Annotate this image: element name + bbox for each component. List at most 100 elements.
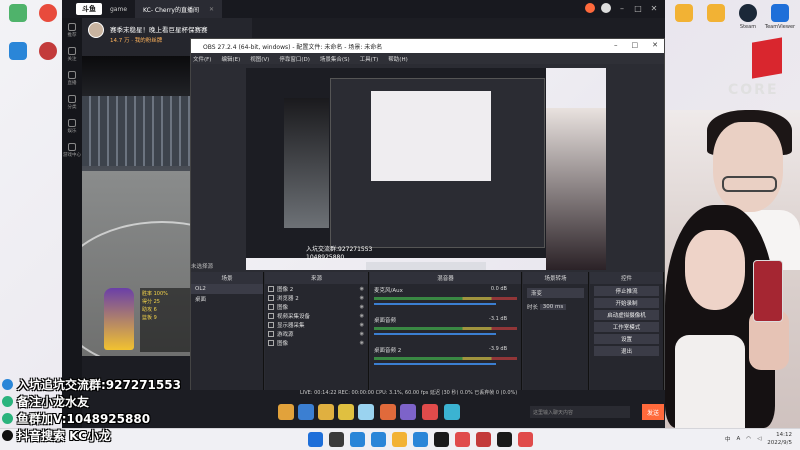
volume-slider[interactable] xyxy=(374,333,496,335)
volume-slider[interactable] xyxy=(374,363,496,365)
gift-item[interactable] xyxy=(278,404,294,420)
eye-icon[interactable]: ◉ xyxy=(360,322,364,328)
monitor-icon xyxy=(268,321,274,328)
volume-icon[interactable]: ◁ xyxy=(757,436,761,442)
eye-icon[interactable]: ◉ xyxy=(360,304,364,310)
transition-select[interactable]: 渐变 xyxy=(527,288,584,298)
app-icon[interactable] xyxy=(476,432,491,447)
tab-live-room[interactable]: KC- Cherry的直播间 ✕ xyxy=(135,0,222,18)
ime-indicator[interactable]: 中 xyxy=(725,435,731,443)
virtual-camera-button[interactable]: 启动虚拟摄像机 xyxy=(594,310,659,320)
desktop-icon-1[interactable] xyxy=(2,4,34,40)
windows-taskbar: 中 A ◠ ◁ 14:12 2022/9/5 xyxy=(0,428,800,450)
app-sidebar: 推荐 关注 直播 分类 娱乐 游戏中心 xyxy=(62,18,82,428)
exit-button[interactable]: 退出 xyxy=(594,346,659,356)
studio-mode-button[interactable]: 工作室模式 xyxy=(594,322,659,332)
sidebar-item-gamecenter[interactable]: 游戏中心 xyxy=(62,138,82,162)
phone-shape xyxy=(753,260,783,322)
minimize-icon[interactable]: – xyxy=(614,41,618,49)
sidebar-item-ent[interactable]: 娱乐 xyxy=(62,114,82,138)
start-recording-button[interactable]: 开始录制 xyxy=(594,298,659,308)
scene-item[interactable]: OL2 xyxy=(191,284,263,294)
source-item[interactable]: 浏览器 2 ◉ xyxy=(265,293,368,302)
menu-view[interactable]: 视图(V) xyxy=(250,55,269,63)
desktop-icon-steam[interactable]: Steam xyxy=(732,4,764,40)
app-icon[interactable] xyxy=(413,432,428,447)
source-item[interactable]: 显示器采集 ◉ xyxy=(265,320,368,329)
menu-file[interactable]: 文件(F) xyxy=(193,55,211,63)
desktop-icon-3[interactable] xyxy=(2,42,34,78)
gift-item[interactable] xyxy=(298,404,314,420)
tab-label: KC- Cherry的直播间 xyxy=(143,6,199,14)
duration-input[interactable]: 300 ms xyxy=(539,304,567,310)
app-icon[interactable] xyxy=(455,432,470,447)
gift-item[interactable] xyxy=(444,404,460,420)
source-item[interactable]: 图像 ◉ xyxy=(265,338,368,347)
minimize-icon[interactable]: – xyxy=(617,4,627,13)
source-item[interactable]: 视频采集设备 ◉ xyxy=(265,311,368,320)
edge-icon[interactable] xyxy=(350,432,365,447)
desktop-icon-teamviewer[interactable]: TeamViewer xyxy=(764,4,796,40)
gamepad-icon xyxy=(68,142,76,151)
mixer-channel: 桌面音频 2 -3.9 dB xyxy=(370,344,521,374)
app-icon[interactable] xyxy=(434,432,449,447)
gift-item[interactable] xyxy=(338,404,354,420)
wifi-icon[interactable]: ◠ xyxy=(746,436,751,442)
maximize-icon[interactable]: □ xyxy=(633,4,643,13)
sidebar-item-category[interactable]: 分类 xyxy=(62,90,82,114)
clock[interactable]: 14:12 2022/9/5 xyxy=(767,431,792,447)
avatar[interactable] xyxy=(601,3,611,13)
obs-menubar: 文件(F) 编辑(E) 视图(V) 停靠窗口(D) 场景集合(S) 工具(T) … xyxy=(191,53,664,64)
volume-slider[interactable] xyxy=(374,303,496,305)
windows-start-icon[interactable] xyxy=(308,432,323,447)
sidebar-item-recommend[interactable]: 推荐 xyxy=(62,18,82,42)
app-logo[interactable]: 斗鱼 xyxy=(76,3,102,15)
explorer-icon[interactable] xyxy=(392,432,407,447)
desktop-icon-2[interactable] xyxy=(32,4,64,40)
scene-item[interactable]: 桌面 xyxy=(191,294,263,304)
settings-button[interactable]: 设置 xyxy=(594,334,659,344)
desktop-icon-4[interactable] xyxy=(32,42,64,78)
eye-icon[interactable]: ◉ xyxy=(360,295,364,301)
close-icon[interactable]: ✕ xyxy=(649,4,659,13)
obs-preview[interactable]: 入坑交流群:927271553 1048925880 xyxy=(246,68,606,270)
gift-item[interactable] xyxy=(422,404,438,420)
eye-icon[interactable]: ◉ xyxy=(360,331,364,337)
store-icon[interactable] xyxy=(371,432,386,447)
gift-item[interactable] xyxy=(358,404,374,420)
menu-docks[interactable]: 停靠窗口(D) xyxy=(279,55,310,63)
streamer-avatar[interactable] xyxy=(88,22,104,38)
tab-game[interactable]: game xyxy=(102,0,135,18)
ime-mode[interactable]: A xyxy=(736,436,740,442)
close-icon[interactable]: ✕ xyxy=(652,41,658,49)
app-icon[interactable] xyxy=(518,432,533,447)
menu-help[interactable]: 帮助(H) xyxy=(388,55,407,63)
maximize-icon[interactable]: □ xyxy=(632,41,639,49)
eye-icon[interactable]: ◉ xyxy=(360,313,364,319)
desktop-icon-folder-2[interactable] xyxy=(700,4,732,40)
source-item[interactable]: 图像 2 ◉ xyxy=(265,284,368,293)
menu-tools[interactable]: 工具(T) xyxy=(360,55,379,63)
gift-item[interactable] xyxy=(318,404,334,420)
eye-icon[interactable]: ◉ xyxy=(360,340,364,346)
sidebar-item-live[interactable]: 直播 xyxy=(62,66,82,90)
menu-edit[interactable]: 编辑(E) xyxy=(221,55,240,63)
chat-input[interactable]: 这里输入聊天内容 xyxy=(530,406,630,418)
menu-scene-collection[interactable]: 场景集合(S) xyxy=(320,55,350,63)
preview-webcam xyxy=(546,108,606,270)
close-icon[interactable]: ✕ xyxy=(209,6,214,13)
desktop-icon-folder-1[interactable] xyxy=(668,4,700,40)
gift-item[interactable] xyxy=(380,404,396,420)
source-item[interactable]: 图像 ◉ xyxy=(265,302,368,311)
search-icon[interactable] xyxy=(329,432,344,447)
stop-streaming-button[interactable]: 停止推流 xyxy=(594,286,659,296)
dock-header: 控件 xyxy=(590,272,663,284)
gift-item[interactable] xyxy=(400,404,416,420)
coin-icon[interactable] xyxy=(585,3,595,13)
volume-meter xyxy=(374,357,517,360)
send-button[interactable]: 发送 xyxy=(642,404,664,420)
eye-icon[interactable]: ◉ xyxy=(360,286,364,292)
sidebar-item-follow[interactable]: 关注 xyxy=(62,42,82,66)
obs-icon[interactable] xyxy=(497,432,512,447)
source-item[interactable]: 游戏源 ◉ xyxy=(265,329,368,338)
